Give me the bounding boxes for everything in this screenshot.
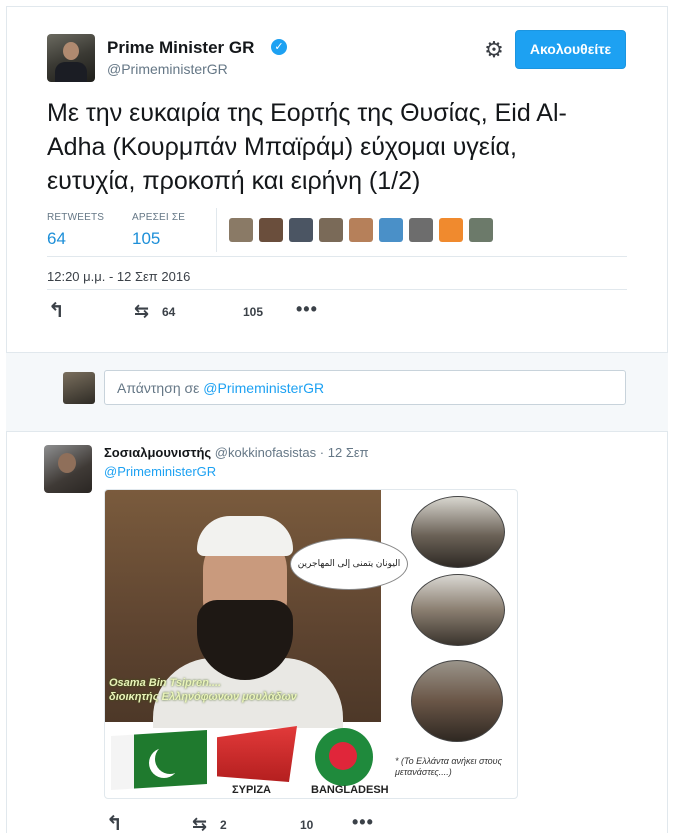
image-caption: Osama Bin Tsipren.... διοικητής Ελληνόφω… <box>109 676 319 704</box>
retweets-stat[interactable]: RETWEETS 64 <box>47 212 104 249</box>
image-caption-line2: διοικητής Ελληνόφωνων μουλάδων <box>109 691 297 703</box>
protest-photo-2 <box>411 574 505 646</box>
like-count[interactable]: 10 <box>300 816 313 833</box>
avatar-suit <box>55 62 87 82</box>
author-name[interactable]: Prime Minister GR <box>107 38 254 58</box>
liker-avatar[interactable] <box>409 218 433 242</box>
retweets-value[interactable]: 64 <box>47 229 104 249</box>
reply-actions: ↰ ⇆ 2 10 ••• <box>0 813 674 833</box>
tweet-timestamp[interactable]: 12:20 μ.μ. - 12 Σεπ 2016 <box>47 269 190 284</box>
reply-mention: @PrimeministerGR <box>203 380 325 396</box>
retweets-label: RETWEETS <box>47 212 105 223</box>
avatar-head <box>63 42 79 60</box>
likers-avatars <box>229 218 493 242</box>
retweet-icon[interactable]: ⇆ <box>134 302 149 320</box>
reply-author-name[interactable]: Σοσιαλμουνιστής <box>104 445 211 460</box>
image-portrait: Osama Bin Tsipren.... διοικητής Ελληνόφω… <box>105 490 381 728</box>
flag-disc <box>329 742 357 770</box>
liker-avatar[interactable] <box>289 218 313 242</box>
avatar-head <box>58 453 76 473</box>
more-options-icon[interactable]: ••• <box>352 813 374 831</box>
stat-divider <box>216 208 217 252</box>
divider <box>47 289 627 290</box>
current-user-avatar <box>63 372 95 404</box>
follow-button[interactable]: Ακολουθείτε <box>515 30 626 69</box>
reply-date[interactable]: 12 Σεπ <box>328 445 369 460</box>
image-cap <box>197 516 293 556</box>
liker-avatar[interactable] <box>229 218 253 242</box>
liker-avatar[interactable] <box>349 218 373 242</box>
reply-author-handle[interactable]: @kokkinofasistas <box>215 445 316 460</box>
reply-to-mention[interactable]: @PrimeministerGR <box>104 464 216 479</box>
syriza-label: ΣΥΡΙΖΑ <box>232 784 271 796</box>
reply-input[interactable]: Απάντηση σε @PrimeministerGR <box>104 370 626 405</box>
syriza-flag <box>217 726 297 782</box>
divider <box>47 256 627 257</box>
protest-photo-1 <box>411 496 505 568</box>
gear-icon[interactable]: ⚙ <box>483 39 505 61</box>
reply-icon[interactable]: ↰ <box>106 814 123 833</box>
pakistan-flag <box>111 730 207 790</box>
attached-image[interactable]: Osama Bin Tsipren.... διοικητής Ελληνόφω… <box>104 489 518 799</box>
liker-avatar[interactable] <box>319 218 343 242</box>
retweet-count[interactable]: 2 <box>220 816 227 833</box>
crescent-icon <box>155 744 185 774</box>
liker-avatar[interactable] <box>379 218 403 242</box>
reply-author-avatar[interactable] <box>44 445 92 493</box>
reply-icon[interactable]: ↰ <box>48 301 65 321</box>
protest-photo-3 <box>411 660 503 742</box>
speech-bubble: اليونان يتمنى إلى المهاجرين <box>290 538 408 590</box>
image-note: * (Το Ελλάντα ανήκει στους μετανάστες...… <box>395 756 503 777</box>
retweet-count[interactable]: 64 <box>162 303 175 321</box>
reply-header: Σοσιαλμουνιστής @kokkinofasistas · 12 Σε… <box>104 445 369 460</box>
divider <box>6 431 668 432</box>
likes-label: ΑΡΕΣΕΙ ΣΕ <box>132 212 186 223</box>
likes-stat[interactable]: ΑΡΕΣΕΙ ΣΕ 105 <box>132 212 185 249</box>
author-avatar[interactable] <box>47 34 95 82</box>
separator-dot: · <box>319 445 325 460</box>
tweet-text: Με την ευκαιρία της Εορτής της Θυσίας, E… <box>47 99 567 195</box>
like-count[interactable]: 105 <box>243 303 263 321</box>
image-caption-line1: Osama Bin Tsipren.... <box>109 677 222 689</box>
more-options-icon[interactable]: ••• <box>296 300 318 318</box>
bangladesh-flag <box>315 728 373 786</box>
verified-badge-icon: ✓ <box>271 39 287 55</box>
liker-avatar[interactable] <box>469 218 493 242</box>
reply-prefix: Απάντηση σε <box>117 380 204 396</box>
tweet-actions: ↰ ⇆ 64 105 ••• <box>0 300 674 324</box>
author-handle[interactable]: @PrimeministerGR <box>107 61 228 77</box>
retweet-icon[interactable]: ⇆ <box>192 815 207 833</box>
likes-value[interactable]: 105 <box>132 229 185 249</box>
liker-avatar[interactable] <box>439 218 463 242</box>
liker-avatar[interactable] <box>259 218 283 242</box>
bangladesh-label: BANGLADESH <box>311 784 389 796</box>
